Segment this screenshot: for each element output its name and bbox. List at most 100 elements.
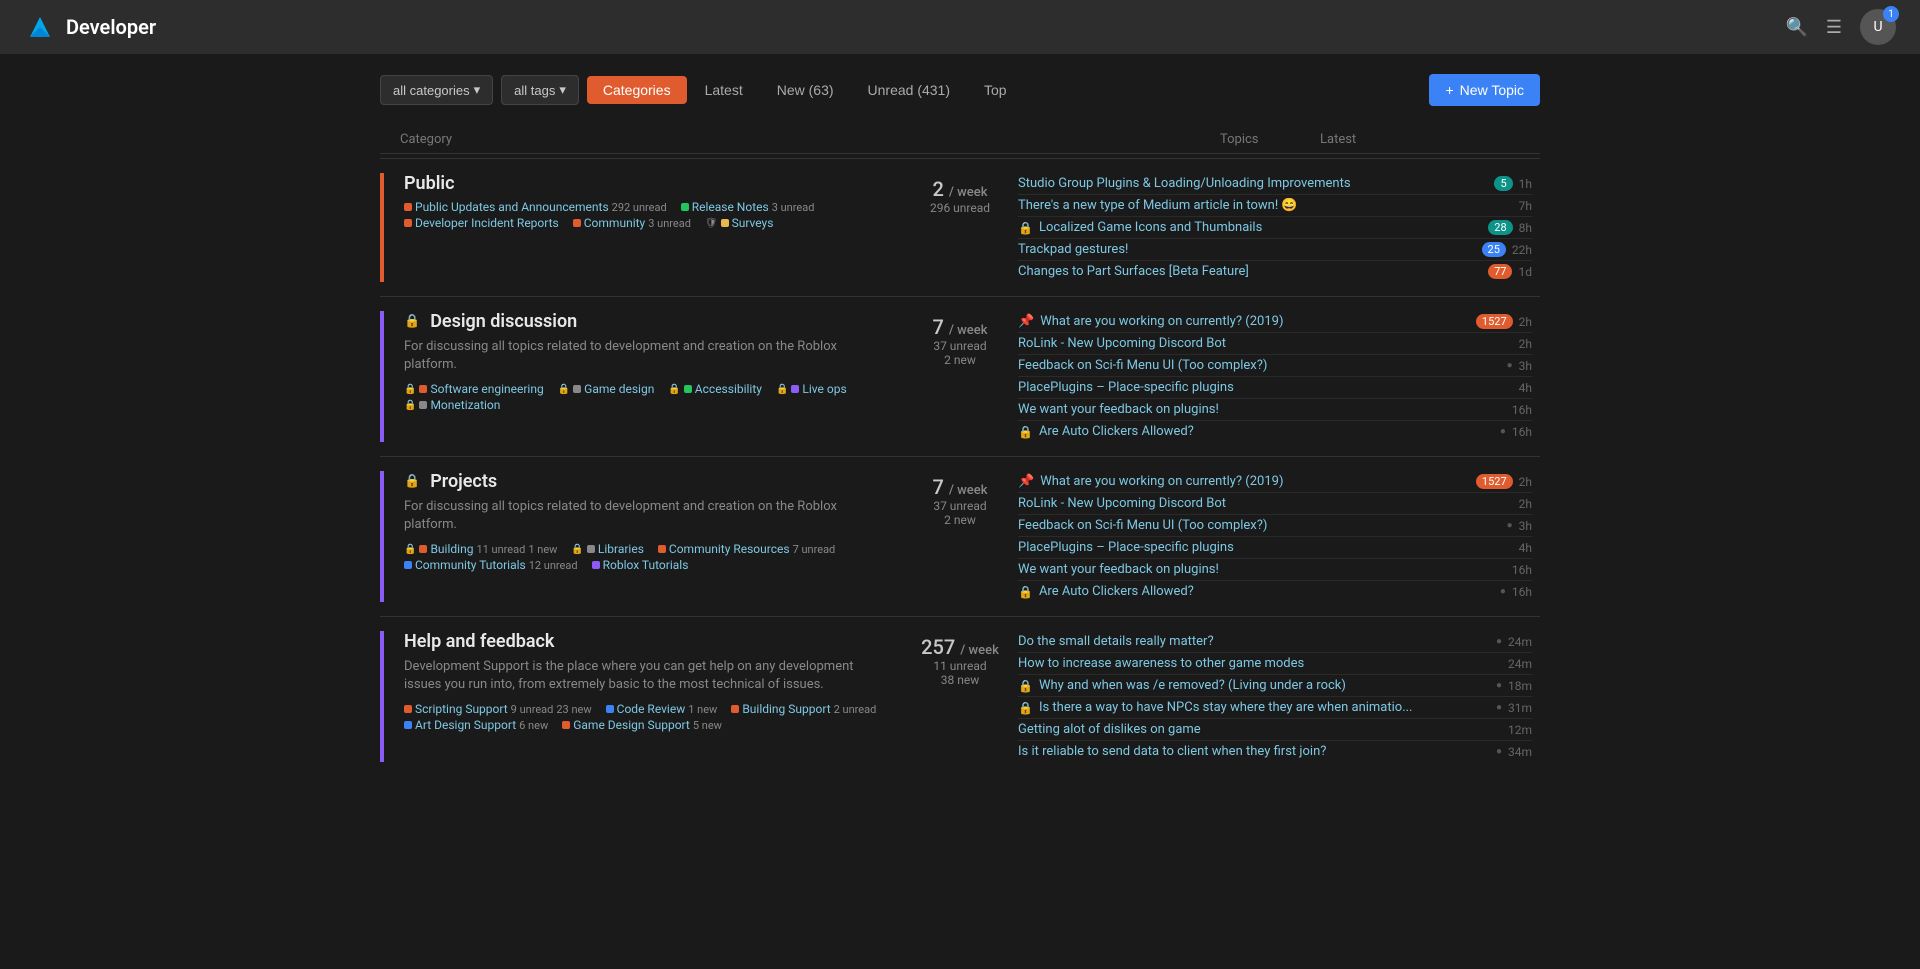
topic-title-2[interactable]: Feedback on Sci-fi Menu UI (Too complex?… [1018, 358, 1501, 373]
subcat-name-1[interactable]: Release Notes [692, 200, 769, 214]
tab-new[interactable]: New (63) [761, 76, 850, 104]
subcat-name-3[interactable]: Community [584, 216, 645, 230]
tab-categories[interactable]: Categories [587, 76, 687, 104]
stats-number: 7 / week [910, 315, 1010, 339]
subcat-name-1[interactable]: Game design [584, 382, 654, 396]
topic-title-0[interactable]: What are you working on currently? (2019… [1040, 314, 1470, 329]
topic-title-1[interactable]: There's a new type of Medium article in … [1018, 198, 1513, 213]
topic-item: RoLink - New Upcoming Discord Bot2h [1018, 333, 1532, 355]
topbar-filters: all categories ▾ all tags ▾ Categories L… [380, 75, 1023, 105]
topic-title-4[interactable]: We want your feedback on plugins! [1018, 562, 1506, 577]
stats-unread: 11 unread [910, 659, 1010, 673]
topic-title-1[interactable]: RoLink - New Upcoming Discord Bot [1018, 336, 1513, 351]
topic-title-5[interactable]: Is it reliable to send data to client wh… [1018, 744, 1490, 759]
subcat-name-1[interactable]: Code Review [617, 702, 686, 716]
col-topics: Topics [1220, 132, 1320, 147]
topic-title-5[interactable]: Are Auto Clickers Allowed? [1039, 584, 1494, 599]
topic-title-2[interactable]: Feedback on Sci-fi Menu UI (Too complex?… [1018, 518, 1501, 533]
lock-icon: 🔒 [1018, 425, 1033, 439]
topic-title-1[interactable]: How to increase awareness to other game … [1018, 656, 1502, 671]
topic-title-4[interactable]: Changes to Part Surfaces [Beta Feature] [1018, 264, 1482, 279]
topic-title-2[interactable]: Localized Game Icons and Thumbnails [1039, 220, 1482, 235]
topic-item: PlacePlugins – Place-specific plugins4h [1018, 377, 1532, 399]
subcats-public: Public Updates and Announcements292 unre… [404, 200, 890, 230]
categories-filter[interactable]: all categories ▾ [380, 75, 493, 105]
nav-tabs: Categories Latest New (63) Unread (431) … [587, 76, 1023, 104]
stats-number: 257 / week [910, 635, 1010, 659]
topic-time: 1d [1518, 265, 1532, 279]
tab-top[interactable]: Top [968, 76, 1023, 104]
subcat-name-0[interactable]: Software engineering [430, 382, 543, 396]
search-icon[interactable]: 🔍 [1785, 17, 1807, 38]
topic-item: There's a new type of Medium article in … [1018, 195, 1532, 217]
subcat-name-4[interactable]: Surveys [732, 216, 774, 230]
subcats-design: 🔒Software engineering🔒Game design🔒Access… [404, 382, 890, 412]
topic-item: Is it reliable to send data to client wh… [1018, 741, 1532, 762]
subcat-color-dot [573, 385, 581, 393]
subcat-name-2[interactable]: Accessibility [695, 382, 762, 396]
subcat-color-dot [721, 219, 729, 227]
topic-title-0[interactable]: What are you working on currently? (2019… [1040, 474, 1470, 489]
subcat-design-2: 🔒Accessibility [668, 382, 762, 396]
topic-dot: ● [1507, 520, 1513, 531]
subcat-help-0: Scripting Support9 unread23 new [404, 702, 592, 716]
topic-title-2[interactable]: Why and when was /e removed? (Living und… [1039, 678, 1490, 693]
subcat-name-2[interactable]: Developer Incident Reports [415, 216, 559, 230]
topic-title-3[interactable]: Trackpad gestures! [1018, 242, 1476, 257]
tags-filter-arrow: ▾ [559, 82, 566, 98]
category-name-help[interactable]: Help and feedback [404, 631, 890, 652]
topic-title-0[interactable]: Studio Group Plugins & Loading/Unloading… [1018, 176, 1488, 191]
main-content: all categories ▾ all tags ▾ Categories L… [360, 54, 1560, 796]
topic-dot: ● [1496, 680, 1502, 691]
subcat-color-dot [419, 401, 427, 409]
topic-title-3[interactable]: PlacePlugins – Place-specific plugins [1018, 380, 1513, 395]
tags-filter[interactable]: all tags ▾ [501, 75, 579, 105]
subcat-name-3[interactable]: Community Tutorials [415, 558, 526, 572]
topic-title-5[interactable]: Are Auto Clickers Allowed? [1039, 424, 1494, 439]
header: Developer 🔍 ☰ U 1 [0, 0, 1920, 54]
topic-time: 34m [1508, 745, 1532, 759]
tab-unread[interactable]: Unread (431) [852, 76, 967, 104]
category-name-projects[interactable]: 🔒Projects [404, 471, 890, 492]
stats-unread: 296 unread [910, 201, 1010, 215]
topic-time: 1h [1519, 177, 1532, 191]
subcat-name-0[interactable]: Scripting Support [415, 702, 508, 716]
subcat-name-1[interactable]: Libraries [598, 542, 644, 556]
subcat-name-4[interactable]: Monetization [430, 398, 500, 412]
subcat-unread-1: 3 unread [772, 201, 815, 214]
category-title-design: Design discussion [430, 311, 577, 332]
avatar-wrap[interactable]: U 1 [1860, 9, 1896, 45]
hamburger-icon[interactable]: ☰ [1826, 17, 1842, 38]
subcat-name-0[interactable]: Building [430, 542, 473, 556]
category-name-design[interactable]: 🔒Design discussion [404, 311, 890, 332]
category-name-public[interactable]: Public [404, 173, 890, 194]
lock-icon: 🔒 [1018, 701, 1033, 715]
topic-title-0[interactable]: Do the small details really matter? [1018, 634, 1490, 649]
stats-number: 7 / week [910, 475, 1010, 499]
category-title-projects: Projects [430, 471, 497, 492]
tab-latest[interactable]: Latest [689, 76, 759, 104]
topic-title-3[interactable]: Is there a way to have NPCs stay where t… [1039, 700, 1490, 715]
lock-icon: 🔒 [1018, 679, 1033, 693]
topic-title-1[interactable]: RoLink - New Upcoming Discord Bot [1018, 496, 1513, 511]
category-title-help: Help and feedback [404, 631, 554, 652]
subcat-name-0[interactable]: Public Updates and Announcements [415, 200, 609, 214]
new-topic-button[interactable]: + New Topic [1429, 74, 1540, 106]
subcat-color-dot [658, 545, 666, 553]
subcat-name-2[interactable]: Building Support [742, 702, 830, 716]
topics-help: Do the small details really matter? ● 24m H… [1010, 631, 1540, 762]
subcat-public-1: Release Notes3 unread [681, 200, 815, 214]
subcat-name-3[interactable]: Live ops [802, 382, 846, 396]
subcat-name-4[interactable]: Roblox Tutorials [603, 558, 689, 572]
subcat-color-dot [562, 721, 570, 729]
category-left-projects: 🔒ProjectsFor discussing all topics relat… [380, 471, 910, 602]
topic-title-3[interactable]: PlacePlugins – Place-specific plugins [1018, 540, 1513, 555]
subcat-name-2[interactable]: Community Resources [669, 542, 790, 556]
subcat-help-1: Code Review1 new [606, 702, 718, 716]
lock-icon: 🔒 [1018, 221, 1033, 235]
subcat-name-3[interactable]: Art Design Support [415, 718, 516, 732]
subcat-name-4[interactable]: Game Design Support [573, 718, 690, 732]
topic-title-4[interactable]: We want your feedback on plugins! [1018, 402, 1506, 417]
topic-time: 24m [1508, 635, 1532, 649]
topic-title-4[interactable]: Getting alot of dislikes on game [1018, 722, 1502, 737]
